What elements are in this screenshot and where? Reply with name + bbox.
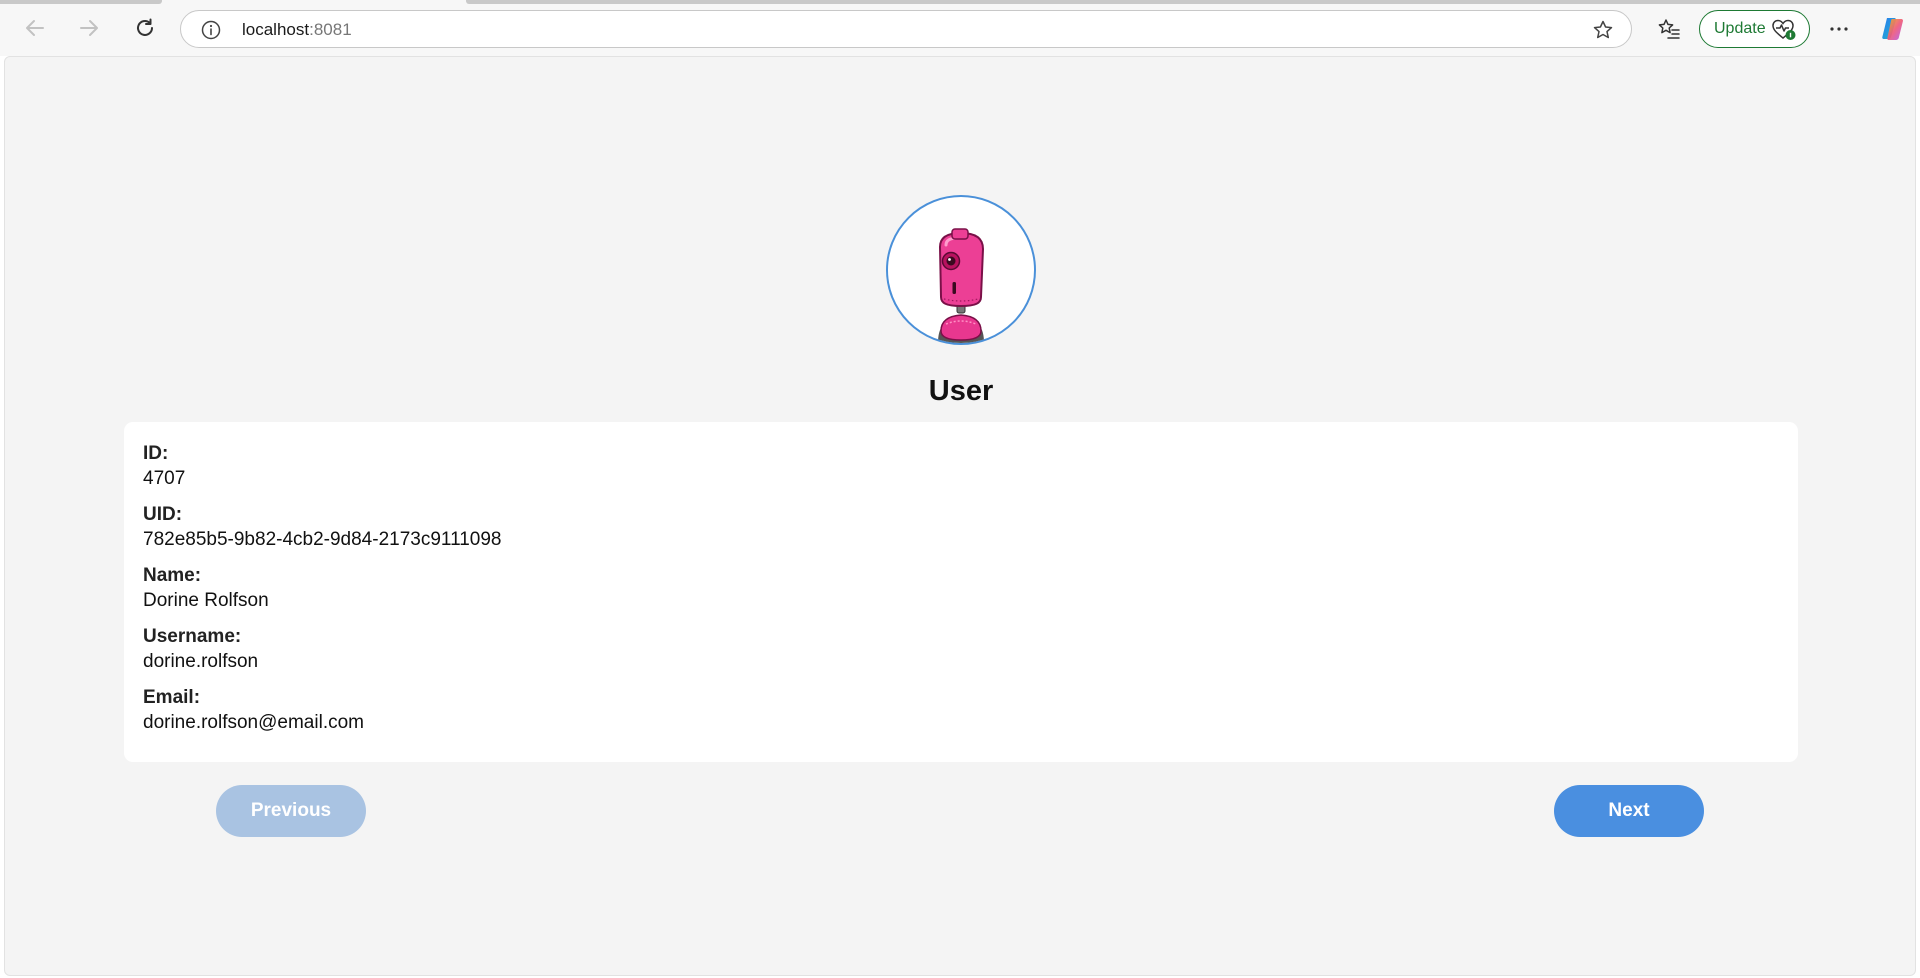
previous-button[interactable]: Previous bbox=[216, 785, 366, 837]
health-icon bbox=[1771, 18, 1797, 47]
reload-button[interactable] bbox=[127, 12, 163, 44]
info-icon[interactable] bbox=[201, 20, 221, 45]
field-username: Username: dorine.rolfson bbox=[143, 625, 1779, 675]
field-value: 782e85b5-9b82-4cb2-9d84-2173c9111098 bbox=[143, 529, 502, 550]
url-host: localhost bbox=[242, 20, 310, 39]
url-port: :8081 bbox=[309, 20, 352, 39]
field-uid: UID: 782e85b5-9b82-4cb2-9d84-2173c911109… bbox=[143, 503, 1779, 553]
field-label: ID: bbox=[143, 443, 169, 464]
reload-icon bbox=[137, 18, 153, 36]
forward-button[interactable] bbox=[71, 12, 107, 44]
field-label: Username: bbox=[143, 626, 242, 647]
field-id: ID: 4707 bbox=[143, 442, 1779, 492]
user-avatar bbox=[886, 195, 1036, 345]
field-value: dorine.rolfson bbox=[143, 651, 259, 672]
field-value: Dorine Rolfson bbox=[143, 590, 269, 611]
back-arrow-icon bbox=[26, 20, 44, 36]
copilot-icon bbox=[1882, 18, 1904, 40]
update-button[interactable]: Update bbox=[1699, 10, 1810, 48]
tab-strip bbox=[0, 0, 1920, 4]
favorites-icon bbox=[1658, 19, 1680, 39]
field-email: Email: dorine.rolfson@email.com bbox=[143, 686, 1779, 736]
tab-indicator[interactable] bbox=[0, 0, 162, 4]
field-label: UID: bbox=[143, 504, 183, 525]
back-button[interactable] bbox=[17, 12, 53, 44]
field-value: 4707 bbox=[143, 468, 186, 489]
page-title: User bbox=[928, 375, 994, 407]
browser-toolbar: localhost:8081 Update bbox=[0, 0, 1920, 56]
update-label: Update bbox=[1714, 20, 1766, 37]
favorites-button[interactable] bbox=[1652, 12, 1686, 46]
copilot-button[interactable] bbox=[1876, 12, 1910, 46]
page-viewport: User ID: 4707 UID: 782e85b5-9b82-4cb2-9d… bbox=[4, 56, 1916, 976]
next-button[interactable]: Next bbox=[1554, 785, 1704, 837]
url-text[interactable]: localhost:8081 bbox=[242, 20, 352, 40]
field-name: Name: Dorine Rolfson bbox=[143, 564, 1779, 614]
more-button[interactable] bbox=[1822, 12, 1856, 46]
star-icon[interactable] bbox=[1592, 19, 1614, 46]
field-label: Name: bbox=[143, 565, 202, 586]
user-details-card: ID: 4707 UID: 782e85b5-9b82-4cb2-9d84-21… bbox=[124, 422, 1798, 762]
tab-indicator[interactable] bbox=[466, 0, 1920, 4]
field-label: Email: bbox=[143, 687, 201, 708]
address-bar[interactable]: localhost:8081 bbox=[180, 10, 1632, 48]
forward-arrow-icon bbox=[80, 20, 98, 36]
more-icon bbox=[1830, 27, 1848, 31]
robot-avatar-icon bbox=[938, 228, 985, 343]
field-value: dorine.rolfson@email.com bbox=[143, 712, 364, 733]
